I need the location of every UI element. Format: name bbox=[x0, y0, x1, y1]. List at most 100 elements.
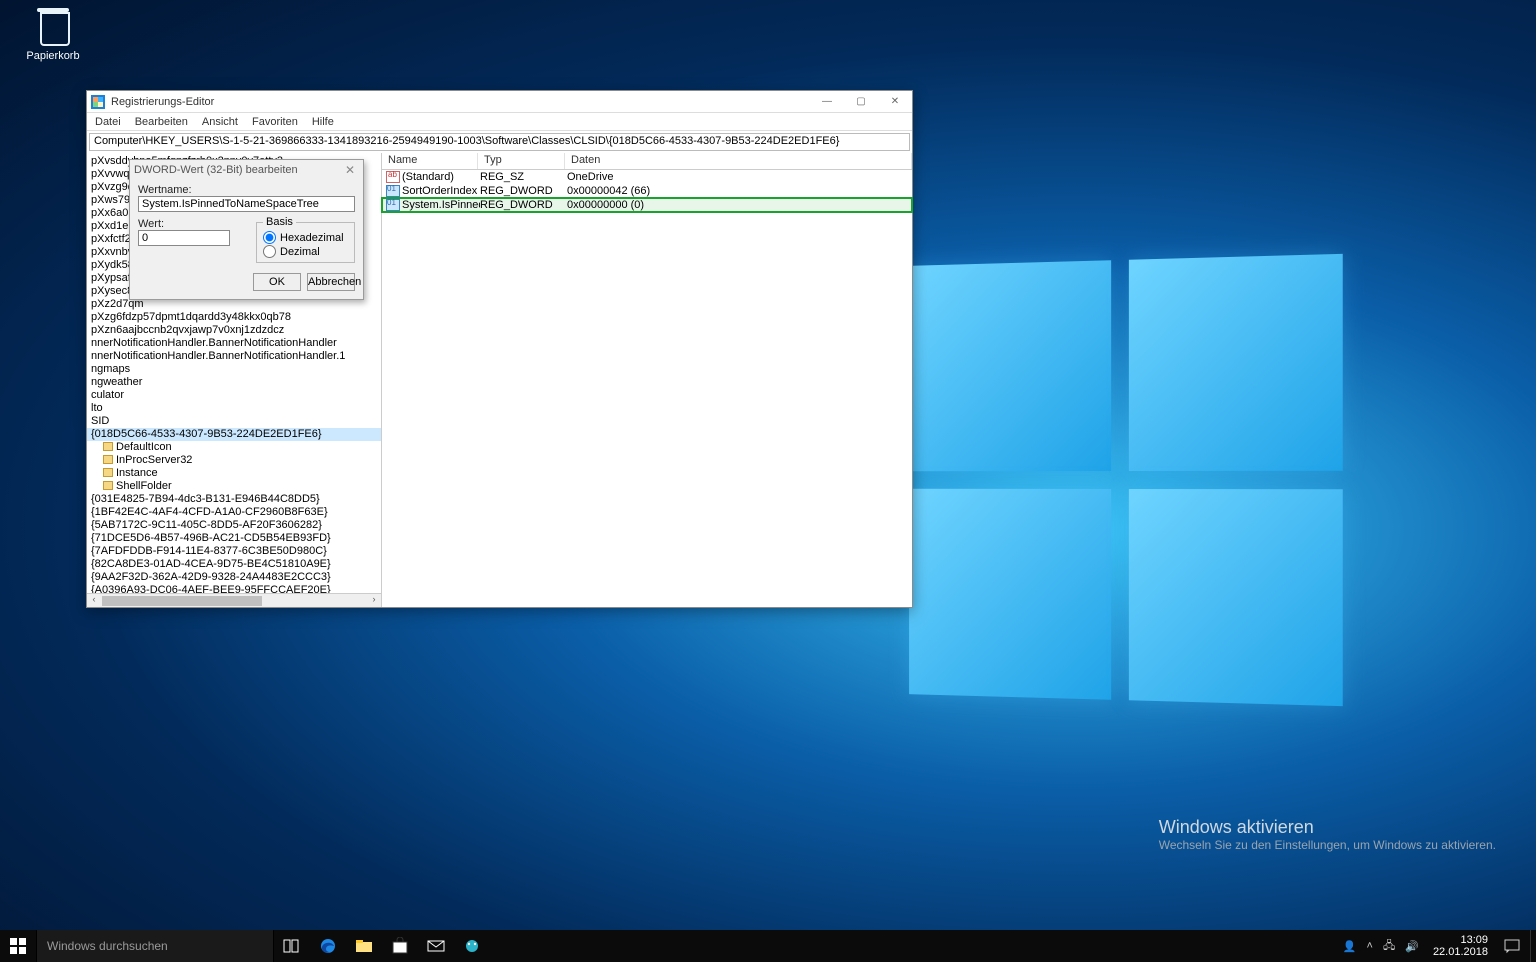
task-view-button[interactable] bbox=[274, 930, 310, 962]
value-row[interactable]: SortOrderIndexREG_DWORD0x00000042 (66) bbox=[382, 184, 912, 198]
tree-item[interactable]: culator bbox=[87, 389, 381, 402]
value-name: SortOrderIndex bbox=[402, 185, 480, 197]
value-row[interactable]: System.IsPinnedTo...REG_DWORD0x00000000 … bbox=[382, 198, 912, 212]
recycle-bin-icon bbox=[34, 4, 72, 46]
folder-icon bbox=[103, 481, 113, 490]
basis-legend: Basis bbox=[263, 216, 296, 228]
regedit-icon bbox=[91, 95, 105, 109]
value-icon bbox=[386, 199, 400, 211]
value-data: 0x00000042 (66) bbox=[567, 185, 912, 197]
tree-item[interactable]: {5AB7172C-9C11-405C-8DD5-AF20F3606282} bbox=[87, 519, 381, 532]
menu-hilfe[interactable]: Hilfe bbox=[312, 116, 334, 128]
value-row[interactable]: (Standard)REG_SZOneDrive bbox=[382, 170, 912, 184]
tray-chevron-icon[interactable]: ˄ bbox=[1367, 940, 1373, 952]
dialog-titlebar[interactable]: DWORD-Wert (32-Bit) bearbeiten ✕ bbox=[130, 160, 363, 180]
wertname-label: Wertname: bbox=[138, 184, 355, 196]
menu-datei[interactable]: Datei bbox=[95, 116, 121, 128]
system-tray[interactable]: 👤 ˄ 🖧 🔊 bbox=[1335, 937, 1427, 956]
menu-ansicht[interactable]: Ansicht bbox=[202, 116, 238, 128]
tree-item[interactable]: {9AA2F32D-362A-42D9-9328-24A4483E2CCC3} bbox=[87, 571, 381, 584]
folder-icon bbox=[103, 468, 113, 477]
wallpaper-windows-logo bbox=[909, 254, 1343, 706]
value-icon bbox=[386, 171, 400, 183]
tree-hscrollbar[interactable]: ‹ › bbox=[87, 593, 381, 607]
clock[interactable]: 13:09 22.01.2018 bbox=[1427, 934, 1494, 958]
watermark-subtitle: Wechseln Sie zu den Einstellungen, um Wi… bbox=[1159, 838, 1496, 852]
search-box[interactable]: Windows durchsuchen bbox=[36, 930, 274, 962]
tree-item[interactable]: {71DCE5D6-4B57-496B-AC21-CD5B54EB93FD} bbox=[87, 532, 381, 545]
value-data: OneDrive bbox=[567, 171, 912, 183]
menu-favoriten[interactable]: Favoriten bbox=[252, 116, 298, 128]
radio-hex[interactable] bbox=[263, 231, 276, 244]
menu-bar: Datei Bearbeiten Ansicht Favoriten Hilfe bbox=[87, 113, 912, 131]
clock-date: 22.01.2018 bbox=[1433, 946, 1488, 958]
edit-dword-dialog: DWORD-Wert (32-Bit) bearbeiten ✕ Wertnam… bbox=[129, 159, 364, 300]
cancel-button[interactable]: Abbrechen bbox=[307, 273, 355, 291]
window-title: Registrierungs-Editor bbox=[111, 96, 214, 108]
tree-item[interactable]: pXzg6fdzp57dpmt1dqardd3y48kkx0qb78 bbox=[87, 311, 381, 324]
clock-time: 13:09 bbox=[1433, 934, 1488, 946]
taskbar: Windows durchsuchen 👤 ˄ 🖧 🔊 13:09 22.01.… bbox=[0, 930, 1536, 962]
values-pane: Name Typ Daten (Standard)REG_SZOneDriveS… bbox=[382, 153, 912, 607]
value-name: (Standard) bbox=[402, 171, 480, 183]
tree-subitem[interactable]: Instance bbox=[87, 467, 381, 480]
action-center-icon[interactable] bbox=[1494, 930, 1530, 962]
value-name: System.IsPinnedTo... bbox=[402, 199, 480, 211]
mail-icon[interactable] bbox=[418, 930, 454, 962]
tree-item[interactable]: ngmaps bbox=[87, 363, 381, 376]
col-typ[interactable]: Typ bbox=[478, 153, 565, 169]
watermark-title: Windows aktivieren bbox=[1159, 817, 1496, 838]
value-type: REG_DWORD bbox=[480, 199, 567, 211]
tree-item[interactable]: pXzn6aajbccnb2qvxjawp7v0xnj1zdzdcz bbox=[87, 324, 381, 337]
tree-item[interactable]: ngweather bbox=[87, 376, 381, 389]
tree-item[interactable]: {1BF42E4C-4AF4-4CFD-A1A0-CF2960B8F63E} bbox=[87, 506, 381, 519]
tree-item[interactable]: {031E4825-7B94-4dc3-B131-E946B44C8DD5} bbox=[87, 493, 381, 506]
col-daten[interactable]: Daten bbox=[565, 153, 912, 169]
wertname-input[interactable] bbox=[138, 196, 355, 212]
scroll-left-icon[interactable]: ‹ bbox=[87, 594, 101, 608]
list-header[interactable]: Name Typ Daten bbox=[382, 153, 912, 170]
maximize-button[interactable]: ▢ bbox=[844, 91, 878, 113]
wert-label: Wert: bbox=[138, 218, 230, 230]
network-icon[interactable]: 🖧 bbox=[1383, 937, 1395, 956]
tree-subitem[interactable]: InProcServer32 bbox=[87, 454, 381, 467]
tree-subitem[interactable]: ShellFolder bbox=[87, 480, 381, 493]
search-placeholder: Windows durchsuchen bbox=[47, 939, 168, 953]
wert-input[interactable] bbox=[138, 230, 230, 246]
value-type: REG_SZ bbox=[480, 171, 567, 183]
tree-item[interactable]: nnerNotificationHandler.BannerNotificati… bbox=[87, 337, 381, 350]
tree-subitem[interactable]: DefaultIcon bbox=[87, 441, 381, 454]
minimize-button[interactable]: — bbox=[810, 91, 844, 113]
edge-icon[interactable] bbox=[310, 930, 346, 962]
tree-item-selected[interactable]: {018D5C66-4533-4307-9B53-224DE2ED1FE6} bbox=[87, 428, 381, 441]
folder-icon bbox=[103, 455, 113, 464]
scroll-right-icon[interactable]: › bbox=[367, 594, 381, 608]
dialog-close-button[interactable]: ✕ bbox=[341, 163, 359, 177]
start-button[interactable] bbox=[0, 930, 36, 962]
tree-item[interactable]: lto bbox=[87, 402, 381, 415]
titlebar[interactable]: Registrierungs-Editor — ▢ ✕ bbox=[87, 91, 912, 113]
col-name[interactable]: Name bbox=[382, 153, 478, 169]
activation-watermark: Windows aktivieren Wechseln Sie zu den E… bbox=[1159, 817, 1496, 852]
menu-bearbeiten[interactable]: Bearbeiten bbox=[135, 116, 188, 128]
tree-item[interactable]: SID bbox=[87, 415, 381, 428]
radio-dec[interactable] bbox=[263, 245, 276, 258]
app-icon[interactable] bbox=[454, 930, 490, 962]
value-type: REG_DWORD bbox=[480, 185, 567, 197]
close-button[interactable]: ✕ bbox=[878, 91, 912, 113]
volume-icon[interactable]: 🔊 bbox=[1405, 940, 1419, 953]
tree-item[interactable]: {82CA8DE3-01AD-4CEA-9D75-BE4C51810A9E} bbox=[87, 558, 381, 571]
recycle-bin[interactable]: Papierkorb bbox=[18, 4, 88, 62]
dialog-title: DWORD-Wert (32-Bit) bearbeiten bbox=[134, 164, 298, 176]
show-desktop-button[interactable] bbox=[1530, 930, 1536, 962]
ok-button[interactable]: OK bbox=[253, 273, 301, 291]
folder-icon bbox=[103, 442, 113, 451]
store-icon[interactable] bbox=[382, 930, 418, 962]
tree-item[interactable]: {7AFDFDDB-F914-11E4-8377-6C3BE50D980C} bbox=[87, 545, 381, 558]
radio-hex-label: Hexadezimal bbox=[280, 232, 344, 244]
tree-item[interactable]: nnerNotificationHandler.BannerNotificati… bbox=[87, 350, 381, 363]
scroll-thumb[interactable] bbox=[102, 596, 262, 606]
file-explorer-icon[interactable] bbox=[346, 930, 382, 962]
address-bar[interactable]: Computer\HKEY_USERS\S-1-5-21-369866333-1… bbox=[89, 133, 910, 151]
people-icon[interactable]: 👤 bbox=[1343, 940, 1357, 953]
